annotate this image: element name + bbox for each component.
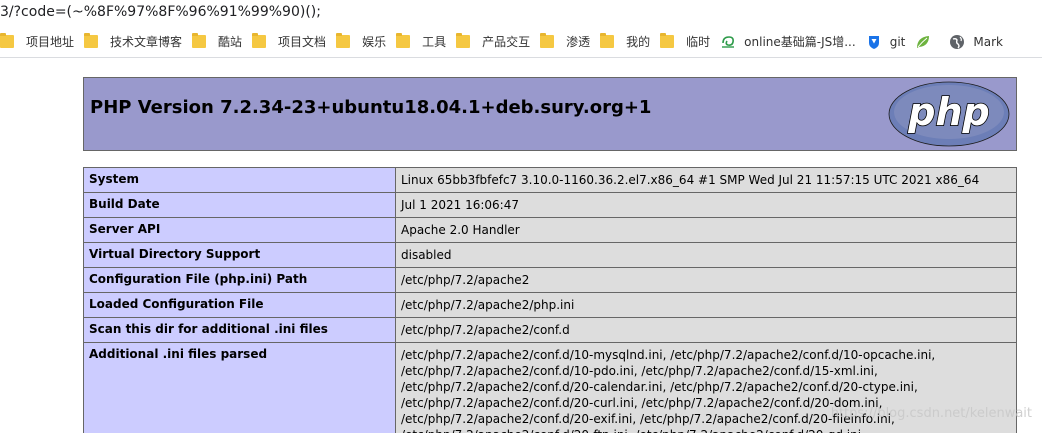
url-text[interactable]: 3/?code=(~%8F%97%8F%96%91%99%90)(); (0, 4, 321, 20)
folder-icon (600, 33, 615, 48)
bookmark-label: 娱乐 (362, 35, 387, 49)
bookmark-label: 我的 (626, 35, 651, 49)
folder-icon (660, 33, 675, 48)
globe-icon (949, 34, 965, 50)
bookmark-label: 渗透 (566, 35, 591, 49)
bookmark-item[interactable]: 我的 (596, 30, 656, 54)
bookmark-item[interactable]: 工具 (392, 30, 452, 54)
watermark-text: https://blog.csdn.net/kelenwait (830, 406, 1032, 421)
row-key: Additional .ini files parsed (83, 342, 396, 433)
bookmark-label: 项目地址 (26, 35, 75, 49)
row-key: Loaded Configuration File (83, 292, 396, 318)
bookmark-item[interactable]: online基础篇-JS增... (716, 30, 862, 54)
row-key: Server API (83, 217, 396, 243)
row-key: Virtual Directory Support (83, 242, 396, 268)
row-key: Build Date (83, 192, 396, 218)
row-key: Scan this dir for additional .ini files (83, 317, 396, 343)
row-value: Jul 1 2021 16:06:47 (395, 192, 1017, 218)
php-logo-text: php (907, 90, 989, 134)
php-logo[interactable]: php (888, 81, 1010, 147)
value-line: /etc/php/7.2/apache2/conf.d/20-ftp.ini, … (401, 427, 1011, 433)
value-line: /etc/php/7.2/apache2/conf.d/10-mysqlnd.i… (401, 348, 936, 362)
row-value: disabled (395, 242, 1017, 268)
bookmark-item[interactable]: 酷站 (188, 30, 248, 54)
value-line: /etc/php/7.2/apache2/conf.d/10-pdo.ini, … (401, 364, 878, 378)
value-line: /etc/php/7.2/apache2/conf.d/20-calendar.… (401, 380, 918, 394)
address-bar[interactable]: 3/?code=(~%8F%97%8F%96%91%99%90)(); (0, 0, 1042, 24)
value-line: /etc/php/7.2/apache2/conf.d (401, 323, 570, 337)
bookmark-label: 临时 (686, 35, 711, 49)
value-line: Apache 2.0 Handler (401, 223, 520, 237)
phpinfo-table: System Linux 65bb3fbfefc7 3.10.0-1160.36.… (83, 167, 1017, 433)
folder-icon (396, 33, 411, 48)
table-row: Configuration File (php.ini) Path/etc/ph… (83, 267, 1017, 293)
folder-icon (540, 33, 555, 48)
bookmark-item[interactable]: 临时 (656, 30, 716, 54)
table-row: Build Date Jul 1 2021 16:06:47 (83, 192, 1017, 218)
swirl-icon (720, 34, 736, 50)
bookmark-item[interactable]: 项目地址 (0, 30, 80, 54)
bookmark-label: 工具 (422, 35, 447, 49)
page-title: PHP Version 7.2.34-23+ubuntu18.04.1+deb.… (90, 96, 652, 118)
folder-icon (84, 33, 99, 48)
folder-icon (456, 33, 471, 48)
table-row: System Linux 65bb3fbfefc7 3.10.0-1160.36.… (83, 167, 1017, 193)
row-value: Apache 2.0 Handler (395, 217, 1017, 243)
bookmark-label: online基础篇-JS增... (744, 35, 856, 49)
table-row: Virtual Directory Support disabled (83, 242, 1017, 268)
value-line: disabled (401, 248, 452, 262)
bookmark-item[interactable] (911, 30, 945, 54)
bookmarks-bar: 项目地址 技术文章博客 酷站 项目文档 娱乐 工具 产品交互 渗透 我的 临时 online基础篇-… (0, 26, 1042, 58)
folder-icon (0, 33, 14, 48)
bookmark-label: 酷站 (218, 35, 243, 49)
leaf-icon (915, 34, 931, 50)
table-row: Server API Apache 2.0 Handler (83, 217, 1017, 243)
bookmark-item[interactable]: 产品交互 (452, 30, 536, 54)
bookmark-item[interactable]: Mark (945, 30, 1009, 54)
bookmark-label: 产品交互 (482, 35, 531, 49)
bookmark-item[interactable]: 项目文档 (248, 30, 332, 54)
phpinfo-header: PHP Version 7.2.34-23+ubuntu18.04.1+deb.… (83, 77, 1017, 151)
folder-icon (336, 33, 351, 48)
folder-icon (252, 33, 267, 48)
bookmark-item[interactable]: git (862, 30, 912, 54)
bookmark-label: git (889, 34, 906, 49)
value-line: /etc/php/7.2/apache2 (401, 273, 530, 287)
row-value: /etc/php/7.2/apache2/conf.d (395, 317, 1017, 343)
shield-icon (866, 34, 882, 50)
table-row: Loaded Configuration File/etc/php/7.2/ap… (83, 292, 1017, 318)
row-value: /etc/php/7.2/apache2/php.ini (395, 292, 1017, 318)
row-key: System (83, 167, 396, 193)
value-line: /etc/php/7.2/apache2/php.ini (401, 298, 575, 312)
row-value: Linux 65bb3fbfefc7 3.10.0-1160.36.2.el7.… (395, 167, 1017, 193)
table-row: Scan this dir for additional .ini files /… (83, 317, 1017, 343)
bookmark-item[interactable]: 渗透 (536, 30, 596, 54)
bookmark-item[interactable]: 技术文章博客 (80, 30, 188, 54)
value-line: Linux 65bb3fbfefc7 3.10.0-1160.36.2.el7.… (401, 173, 980, 187)
bookmark-label: 技术文章博客 (110, 35, 183, 49)
value-line: Jul 1 2021 16:06:47 (401, 198, 519, 212)
folder-icon (192, 33, 207, 48)
row-key: Configuration File (php.ini) Path (83, 267, 396, 293)
row-value: /etc/php/7.2/apache2 (395, 267, 1017, 293)
bookmark-label: 项目文档 (278, 35, 327, 49)
bookmark-label: Mark (973, 34, 1003, 49)
bookmark-item[interactable]: 娱乐 (332, 30, 392, 54)
